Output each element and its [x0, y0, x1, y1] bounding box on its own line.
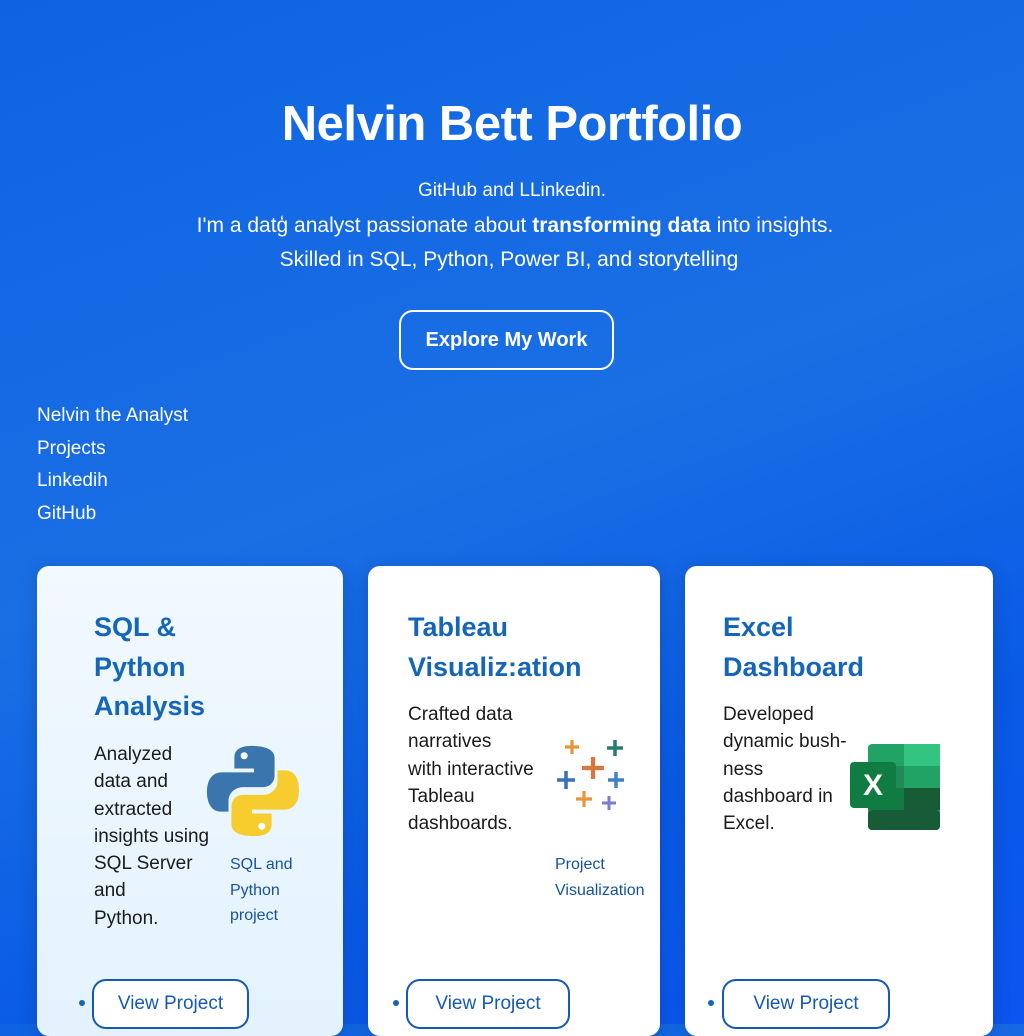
side-nav: Nelvin the Analyst Projects Linkedih Git…: [37, 400, 188, 531]
card-desc-line: Tableau: [408, 785, 475, 807]
card-title-line: Tableau: [408, 612, 509, 642]
card-desc-line: insights using: [94, 825, 210, 847]
project-card-tableau: Tableau Visualiz:ation Crafted data narrat…: [368, 566, 660, 1036]
card-desc-line: dashboards.: [408, 813, 513, 835]
card-title-line: SQL &: [94, 612, 177, 642]
project-card-sql-python: SQL & Python Analysis Analyzed data and extr…: [37, 566, 343, 1036]
intro-text-end: into insights.: [710, 214, 834, 237]
nav-link-analyst[interactable]: Nelvin the Analyst: [37, 400, 188, 433]
card-title-line: Analysis: [94, 691, 206, 721]
card-title-line: Visualiz:ation: [408, 651, 582, 682]
tableau-logo-icon: [557, 740, 624, 810]
card-title: Excel Dashboard: [723, 608, 864, 687]
card-description: Crafted data narratives with interactive Ta…: [408, 701, 534, 837]
card-desc-line: and: [94, 880, 126, 902]
card-desc-line: data and: [94, 771, 168, 793]
card-desc-line: SQL Server: [94, 853, 193, 875]
card-desc-line: narratives: [408, 731, 492, 753]
card-title: Tableau Visualiz:ation: [408, 608, 582, 687]
card-caption: Project Visualization: [555, 852, 645, 903]
nav-link-projects[interactable]: Projects: [37, 433, 188, 466]
card-caption-line: SQL and: [230, 856, 293, 873]
hero-skills-text: Skilled in SQL, Python, Power BI, and st…: [279, 248, 739, 271]
card-desc-line: with interactive: [408, 758, 534, 780]
python-logo-icon: [206, 745, 300, 837]
view-project-button[interactable]: View Project: [722, 979, 890, 1029]
bullet-dot: [79, 1000, 85, 1006]
card-title-line: Excel: [723, 612, 794, 642]
project-card-excel: Excel Dashboard Developed dynamic bush-nes…: [685, 566, 993, 1036]
nav-link-linkedin[interactable]: Linkedih: [37, 465, 188, 498]
intro-text-start: I'm a datģ analyst passionate about: [196, 214, 533, 237]
hero-intro-text: I'm a datģ analyst passionate about tran…: [0, 214, 1024, 238]
card-desc-line: Excel.: [723, 813, 775, 835]
card-caption: SQL and Python project: [230, 852, 293, 929]
view-project-button[interactable]: View Project: [92, 979, 249, 1029]
card-desc-line: Analyzed: [94, 744, 173, 765]
card-caption-line: Visualization: [555, 881, 645, 899]
card-desc-line: Crafted data: [408, 704, 513, 725]
explore-work-button[interactable]: Explore My Work: [399, 310, 614, 370]
view-project-button[interactable]: View Project: [406, 979, 570, 1029]
bullet-dot: [393, 1000, 399, 1006]
card-desc-line: extracted: [94, 798, 173, 820]
card-caption-line: Project: [555, 856, 605, 873]
nav-link-github[interactable]: GitHub: [37, 498, 188, 531]
card-title-line: Python: [94, 651, 186, 682]
card-caption-line: project: [230, 907, 279, 924]
card-title-line: Dashboard: [723, 651, 865, 682]
card-desc-line: ness: [723, 758, 764, 780]
card-description: Analyzed data and extracted insights using S…: [94, 741, 209, 932]
card-desc-line: dynamic bush-: [723, 731, 847, 753]
card-desc-line: Python.: [94, 907, 159, 929]
card-desc-line: Developed: [723, 704, 814, 725]
card-title: SQL & Python Analysis: [94, 608, 205, 727]
hero-links-text: GitHub and LLinkedin.: [417, 180, 606, 201]
bullet-dot: [708, 1000, 714, 1006]
excel-logo-icon: X: [850, 744, 940, 830]
page-title: Nelvin Bett Portfolio: [281, 97, 743, 151]
card-caption-line: Python: [230, 881, 280, 899]
card-desc-line: dashboard in: [723, 785, 833, 807]
card-description: Developed dynamic bush-ness dashboard in Ex…: [723, 701, 847, 837]
excel-icon-letter: X: [863, 769, 883, 802]
intro-text-bold: transforming data: [532, 214, 711, 237]
